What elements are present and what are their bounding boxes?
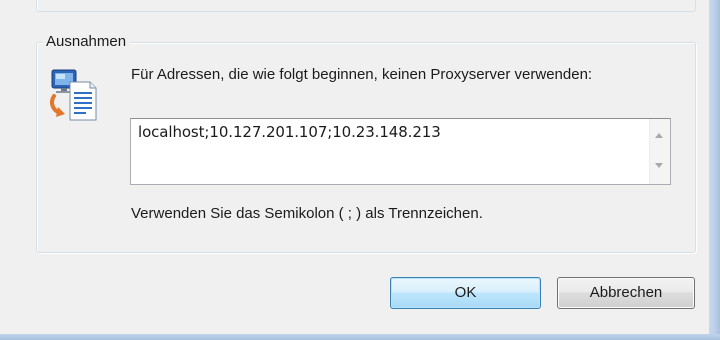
exceptions-description: Für Adressen, die wie folgt beginnen, ke… xyxy=(131,66,593,83)
exceptions-textbox[interactable]: localhost;10.127.201.107;10.23.148.213 xyxy=(130,118,671,185)
previous-groupbox-edge xyxy=(36,0,696,12)
scroll-up-icon[interactable] xyxy=(655,133,663,138)
exceptions-textbox-value[interactable]: localhost;10.127.201.107;10.23.148.213 xyxy=(138,123,441,141)
textbox-scrollbar[interactable] xyxy=(649,119,670,184)
scroll-down-icon[interactable] xyxy=(655,163,663,168)
exceptions-group-title: Ausnahmen xyxy=(43,33,131,51)
window-frame-bottom xyxy=(0,334,720,340)
cancel-button[interactable]: Abbrechen xyxy=(557,277,695,309)
separator-hint: Verwenden Sie das Semikolon ( ; ) als Tr… xyxy=(131,205,483,222)
window-frame-right xyxy=(709,0,720,340)
ok-button[interactable]: OK xyxy=(390,277,541,309)
proxy-settings-dialog: Ausnahmen Für Adressen, die wie folgt be… xyxy=(0,0,710,334)
network-document-icon xyxy=(46,66,106,126)
